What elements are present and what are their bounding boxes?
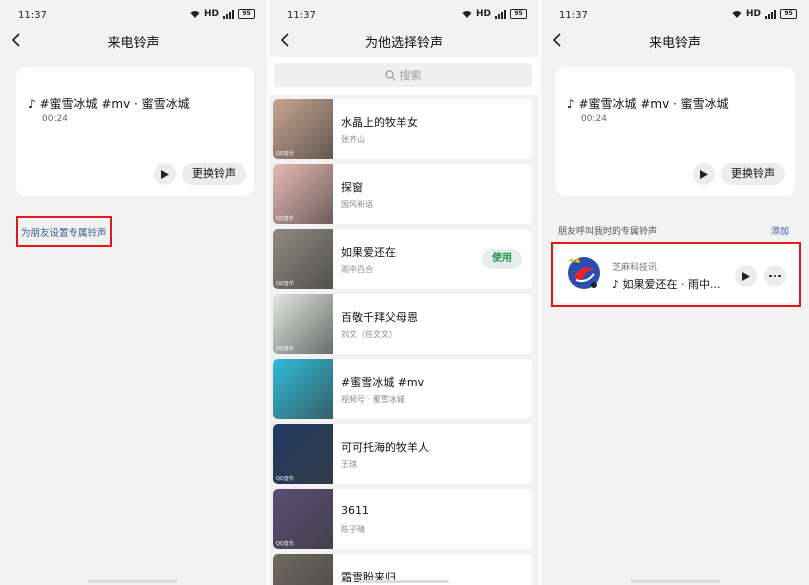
song-list-item[interactable]: QQ音乐 百敬千拜父母恩 刘文（任文文）: [273, 294, 532, 354]
album-cover: QQ音乐: [273, 99, 333, 159]
battery-icon: 95: [780, 9, 797, 19]
battery-icon: 95: [510, 9, 527, 19]
highlight-box: 为朋友设置专属铃声: [16, 216, 112, 247]
cover-label: QQ音乐: [276, 151, 294, 157]
nav-bar: 来电铃声: [0, 28, 267, 54]
wifi-icon: [732, 11, 742, 18]
current-ringtone-card: ♪ #蜜雪冰城 #mv · 蜜雪冰城 00:24 更换铃声: [555, 67, 795, 196]
song-name: 探窗: [341, 181, 363, 194]
use-button[interactable]: 使用: [482, 249, 522, 269]
search-placeholder: 搜索: [399, 69, 422, 82]
nav-bar: 来电铃声: [541, 28, 809, 54]
battery-icon: 95: [238, 9, 255, 19]
status-bar: 11:37 HD 95: [541, 8, 809, 24]
play-button[interactable]: [693, 163, 715, 185]
status-bar: 11:37 HD 95: [269, 8, 539, 24]
signal-icon: [223, 9, 234, 19]
song-artist: 陈子晴: [341, 525, 365, 534]
status-icons: HD 95: [732, 9, 797, 19]
network-label: HD: [475, 9, 491, 19]
nav-bar: 为他选择铃声: [269, 28, 539, 54]
song-name: 百敬千拜父母恩: [341, 311, 418, 324]
song-artist: 王琪: [341, 460, 357, 469]
song-duration: 00:24: [581, 114, 607, 124]
highlight-box: [551, 242, 801, 307]
play-button[interactable]: [154, 163, 176, 185]
network-label: HD: [203, 9, 219, 19]
screen-choose-ringtone: 11:37 HD 95 为他选择铃声 搜索 QQ音乐 水晶上的牧羊女 张齐山 Q…: [269, 0, 539, 585]
song-artist: 张齐山: [341, 135, 365, 144]
add-link[interactable]: 添加: [771, 224, 789, 237]
section-label: 朋友呼叫我时的专属铃声: [558, 227, 658, 237]
home-indicator: [88, 580, 178, 583]
album-cover: QQ音乐: [273, 489, 333, 549]
song-name: 可可托海的牧羊人: [341, 441, 429, 454]
status-time: 11:37: [18, 10, 47, 21]
cover-label: QQ音乐: [276, 541, 294, 547]
signal-icon: [765, 9, 776, 19]
song-duration: 00:24: [42, 114, 68, 124]
song-list-item-selected[interactable]: QQ音乐 如果爱还在 雨中百合 使用: [273, 229, 532, 289]
page-title: 来电铃声: [107, 36, 160, 51]
home-indicator: [630, 580, 720, 583]
album-cover: [273, 554, 333, 585]
song-name: 3611: [341, 504, 369, 517]
song-list-item[interactable]: QQ音乐 可可托海的牧羊人 王琪: [273, 424, 532, 484]
album-cover: QQ音乐: [273, 294, 333, 354]
song-artist: 视频号 · 蜜雪冰城: [341, 395, 405, 404]
status-time: 11:37: [559, 10, 588, 21]
song-list-item[interactable]: QQ音乐 水晶上的牧羊女 张齐山: [273, 99, 532, 159]
play-icon: [700, 169, 708, 179]
cover-label: QQ音乐: [276, 346, 294, 352]
wifi-icon: [190, 11, 200, 18]
cover-label: QQ音乐: [276, 216, 294, 222]
signal-icon: [495, 9, 506, 19]
song-title: ♪ #蜜雪冰城 #mv · 蜜雪冰城: [567, 97, 729, 111]
search-icon: [384, 69, 396, 81]
change-ringtone-button[interactable]: 更换铃声: [182, 163, 246, 185]
album-cover: QQ音乐: [273, 424, 333, 484]
home-indicator: [359, 580, 449, 583]
page-title: 来电铃声: [648, 36, 701, 51]
status-icons: HD 95: [462, 9, 527, 19]
song-list-item[interactable]: QQ音乐 3611 陈子晴: [273, 489, 532, 549]
change-ringtone-button[interactable]: 更换铃声: [721, 163, 785, 185]
current-ringtone-card: ♪ #蜜雪冰城 #mv · 蜜雪冰城 00:24 更换铃声: [16, 67, 254, 196]
song-name: #蜜雪冰城 #mv: [341, 376, 425, 389]
screen-ringtone: 11:37 HD 95 来电铃声 ♪ #蜜雪冰城 #mv · 蜜雪冰城 00:2…: [0, 0, 267, 585]
song-list-item[interactable]: QQ音乐 探窗 国风新语: [273, 164, 532, 224]
song-artist: 刘文（任文文）: [341, 330, 397, 339]
search-input[interactable]: 搜索: [274, 63, 532, 87]
cover-label: QQ音乐: [276, 476, 294, 482]
wifi-icon: [462, 11, 472, 18]
song-artist: 雨中百合: [341, 265, 373, 274]
friend-ringtone-link[interactable]: 为朋友设置专属铃声: [21, 225, 107, 239]
album-cover: QQ音乐: [273, 229, 333, 289]
album-cover: QQ音乐: [273, 164, 333, 224]
album-cover: [273, 359, 333, 419]
network-label: HD: [745, 9, 761, 19]
status-icons: HD 95: [190, 9, 255, 19]
song-list-item[interactable]: #蜜雪冰城 #mv 视频号 · 蜜雪冰城: [273, 359, 532, 419]
song-artist: 国风新语: [341, 200, 373, 209]
song-title: ♪ #蜜雪冰城 #mv · 蜜雪冰城: [28, 97, 190, 111]
song-name: 如果爱还在: [341, 246, 396, 259]
cover-label: QQ音乐: [276, 281, 294, 287]
status-time: 11:37: [287, 10, 316, 21]
status-bar: 11:37 HD 95: [0, 8, 267, 24]
page-title: 为他选择铃声: [364, 36, 443, 51]
play-icon: [161, 169, 169, 179]
song-name: 水晶上的牧羊女: [341, 116, 418, 129]
search-bar: 搜索: [269, 57, 539, 95]
